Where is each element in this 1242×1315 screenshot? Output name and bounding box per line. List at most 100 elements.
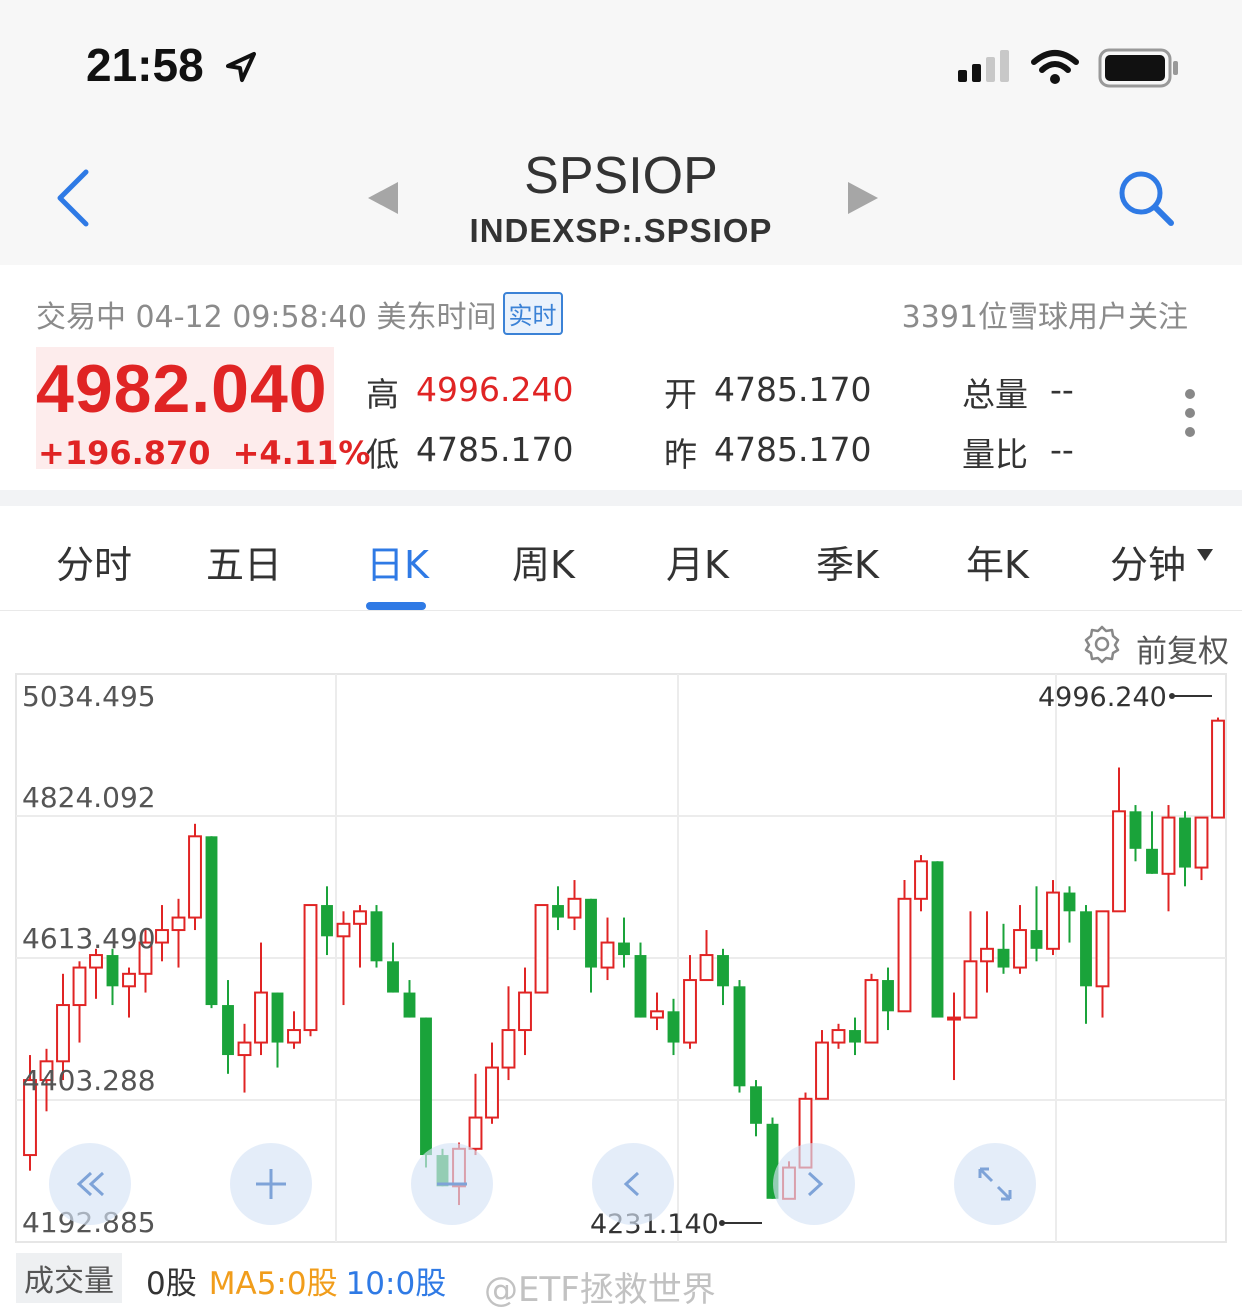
candle [1112, 767, 1126, 913]
volume-ratio-label: 量比 [962, 435, 1028, 474]
candle [1211, 717, 1225, 819]
tab-daily-k[interactable]: 日K [366, 534, 429, 589]
candle-body [106, 955, 119, 987]
candle-body [321, 905, 333, 937]
candle-body [387, 961, 399, 993]
candle [750, 1080, 762, 1137]
watermark: @ETF拯救世界 [484, 1270, 716, 1310]
change-percent: +4.11% [232, 434, 371, 472]
candle-body [947, 1016, 961, 1021]
followers-count[interactable]: 3391位雪球用户关注 [902, 292, 1188, 336]
candle [815, 1030, 829, 1100]
candle-body [585, 898, 597, 968]
candle [254, 942, 268, 1056]
prev-close-value: 4785.170 [714, 430, 872, 469]
candle-body [171, 916, 186, 932]
candle [997, 923, 1010, 974]
candle [683, 955, 697, 1049]
expand-icon [978, 1167, 1012, 1201]
candle [370, 905, 383, 968]
candle [387, 942, 399, 993]
y-tick-label: 4824.092 [22, 781, 156, 814]
candle [205, 836, 218, 1009]
volume-total: 0股 [146, 1266, 197, 1302]
candle-body [980, 947, 994, 963]
volume-label: 总量 [962, 375, 1028, 414]
plus-icon [256, 1169, 286, 1199]
zoom-out-button[interactable] [411, 1143, 493, 1225]
candle [585, 898, 597, 993]
candle [1161, 805, 1176, 912]
active-tab-indicator [366, 602, 426, 610]
more-vertical-icon[interactable] [1182, 388, 1198, 438]
candle-body [205, 836, 218, 1006]
candle [1095, 910, 1110, 1018]
price-adjust-toggle[interactable]: 前复权 [1136, 626, 1229, 671]
tab-quarterly-k[interactable]: 季K [816, 534, 879, 589]
candle-body [89, 954, 103, 969]
candle-body [815, 1041, 829, 1100]
chevron-right-icon [807, 1171, 824, 1197]
candle-body [897, 897, 912, 1013]
tab-yearly-k[interactable]: 年K [966, 534, 1029, 589]
y-tick-label: 4613.490 [22, 922, 156, 955]
candle [1194, 816, 1209, 881]
tab-monthly-k[interactable]: 月K [666, 534, 729, 589]
location-arrow-icon [226, 52, 256, 82]
search-icon[interactable] [1116, 168, 1176, 228]
candle-body [122, 972, 136, 988]
candle [321, 886, 333, 956]
candle [849, 1017, 861, 1056]
next-stock-icon[interactable] [846, 180, 880, 216]
candle [1063, 886, 1076, 943]
double-chevron-left-icon [76, 1171, 105, 1197]
candle-body [1013, 929, 1027, 969]
previous-stock-icon[interactable] [366, 180, 400, 216]
candle [831, 1023, 846, 1049]
candle-body [750, 1086, 762, 1124]
dropdown-triangle-icon[interactable] [1196, 548, 1214, 562]
candle [485, 1042, 499, 1124]
low-value: 4785.170 [416, 430, 574, 469]
candle-body [420, 1017, 432, 1156]
candle-body [1030, 930, 1043, 949]
scroll-to-start-button[interactable] [49, 1143, 131, 1225]
candle [534, 904, 549, 994]
minus-icon [437, 1182, 467, 1186]
candle [271, 992, 284, 1068]
candle-body [1112, 810, 1126, 913]
candle-body [864, 979, 879, 1044]
candle-body [914, 860, 928, 900]
volume-ratio-value: -- [1050, 430, 1074, 469]
candle [717, 948, 729, 1006]
fullscreen-button[interactable] [954, 1143, 1036, 1225]
candle-body [717, 955, 729, 987]
candle [947, 992, 961, 1081]
tab-weekly-k[interactable]: 周K [512, 534, 575, 589]
candle-body [336, 922, 351, 938]
candle [72, 961, 87, 1043]
candle-body [501, 1029, 516, 1069]
gear-icon[interactable] [1082, 624, 1122, 664]
candle-body [254, 991, 268, 1044]
candle-body [931, 861, 944, 1018]
current-price: 4982.040 [36, 351, 328, 427]
candle-body [849, 1030, 861, 1043]
max-marker: 4996.240 [1038, 682, 1212, 713]
wifi-icon [1031, 50, 1079, 84]
tab-minute[interactable]: 分钟 [1110, 534, 1186, 589]
tab-five-day[interactable]: 五日 [206, 534, 282, 589]
status-time: 21:58 [86, 39, 204, 91]
candle [122, 967, 136, 1018]
scroll-right-button[interactable] [773, 1143, 855, 1225]
high-value: 4996.240 [416, 370, 574, 409]
candle-body [618, 942, 630, 956]
scroll-left-button[interactable] [592, 1143, 674, 1225]
zoom-in-button[interactable] [230, 1143, 312, 1225]
battery-icon [1098, 48, 1178, 88]
candle [552, 886, 564, 931]
candle-body [72, 966, 87, 1007]
candle-body [222, 1005, 234, 1056]
volume-indicator-label[interactable]: 成交量 [16, 1253, 122, 1303]
tab-intraday[interactable]: 分时 [56, 534, 132, 589]
